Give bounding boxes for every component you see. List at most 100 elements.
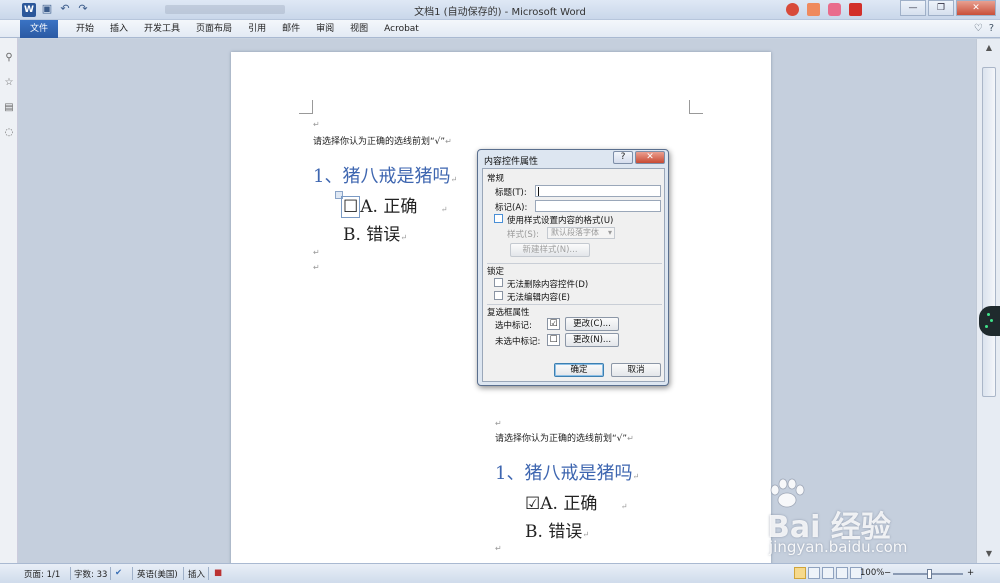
ok-button[interactable]: 确定	[554, 363, 604, 377]
question-heading-2: 1、猪八戒是猪吗↵	[495, 463, 640, 484]
star-icon[interactable]: ☆	[0, 77, 18, 88]
restore-button[interactable]: ❐	[928, 0, 954, 16]
red-square-icon[interactable]	[849, 3, 862, 16]
option-b-2: B. 错误↵	[525, 522, 590, 542]
zoom-level[interactable]: 100%	[860, 568, 884, 578]
option-a-1: ☐ A. 正确 ↵	[341, 196, 448, 218]
tab-insert[interactable]: 插入	[102, 20, 136, 38]
dialog-help-button[interactable]: ?	[613, 151, 633, 164]
macro-record-icon[interactable]: ■	[214, 568, 222, 578]
close-window-button[interactable]: ✕	[956, 0, 996, 16]
insert-mode-indicator[interactable]: 插入	[188, 568, 205, 580]
cannot-delete-label: 无法删除内容控件(D)	[507, 280, 589, 290]
minimize-button[interactable]: —	[900, 0, 926, 16]
status-divider	[70, 567, 71, 580]
status-divider	[132, 567, 133, 580]
style-label: 样式(S):	[507, 230, 539, 240]
title-bar: W ▣ ↶ ↷ 文档1 (自动保存的) - Microsoft Word — ❐…	[0, 0, 1000, 20]
title-field-label: 标题(T):	[495, 188, 527, 198]
paragraph-mark: ↵	[313, 263, 320, 272]
dialog-body: 常规 标题(T): 标记(A): 使用样式设置内容的格式(U) 样式(S): 默…	[482, 168, 665, 382]
left-sidebar-strip: ⚲ ☆ ▤ ◌	[0, 38, 18, 563]
title-input[interactable]	[535, 185, 661, 197]
dialog-close-button[interactable]: ✕	[635, 151, 665, 164]
new-style-button[interactable]: 新建样式(N)...	[510, 243, 590, 257]
extension-icons	[786, 3, 862, 16]
cancel-button[interactable]: 取消	[611, 363, 661, 377]
checked-symbol-preview: ☑	[547, 318, 560, 330]
cannot-edit-label: 无法编辑内容(E)	[507, 293, 571, 303]
status-divider	[110, 567, 111, 580]
tab-references[interactable]: 引用	[240, 20, 274, 38]
tab-acrobat[interactable]: Acrobat	[376, 20, 427, 38]
zoom-slider[interactable]	[893, 569, 963, 579]
ribbon-tabs: 开始 插入 开发工具 页面布局 引用 邮件 审阅 视图 Acrobat	[68, 20, 427, 38]
option-b-1: B. 错误↵	[343, 225, 408, 245]
content-control-properties-dialog: 内容控件属性 ? ✕ 常规 标题(T): 标记(A): 使用样式设置内容的格式(…	[477, 149, 669, 386]
change-unchecked-symbol-button[interactable]: 更改(N)...	[565, 333, 619, 347]
locking-group-label: 锁定	[487, 267, 505, 277]
help-icon[interactable]: ?	[989, 23, 994, 34]
ribbon-tab-bar: 文件 开始 插入 开发工具 页面布局 引用 邮件 审阅 视图 Acrobat ♡…	[0, 20, 1000, 38]
margin-corner-top-left	[299, 100, 313, 114]
tab-mailings[interactable]: 邮件	[274, 20, 308, 38]
scroll-down-arrow[interactable]: ▼	[983, 549, 995, 559]
checkbox-control-checked[interactable]: ☑	[525, 494, 540, 514]
unchecked-symbol-preview: ☐	[547, 334, 560, 346]
tab-developer[interactable]: 开发工具	[136, 20, 188, 38]
tab-page-layout[interactable]: 页面布局	[188, 20, 240, 38]
window-controls: — ❐ ✕	[900, 0, 996, 16]
web-layout-view-button[interactable]	[822, 567, 834, 579]
scroll-up-arrow[interactable]: ▲	[983, 43, 995, 53]
paragraph-mark: ↵	[313, 120, 320, 129]
style-dropdown[interactable]: 默认段落字体 ▾	[547, 227, 615, 239]
instruction-text-2: 请选择你认为正确的选线前划“√”↵	[495, 434, 634, 444]
print-layout-view-button[interactable]	[794, 567, 806, 579]
outline-view-button[interactable]	[836, 567, 848, 579]
question-heading-1: 1、猪八戒是猪吗↵	[313, 166, 458, 187]
heart-icon[interactable]: ♡	[974, 23, 983, 34]
tag-field-label: 标记(A):	[495, 203, 528, 213]
vertical-scrollbar[interactable]: ▲ ▼	[976, 39, 1000, 563]
tab-review[interactable]: 审阅	[308, 20, 342, 38]
separator	[487, 263, 662, 264]
checkbox-properties-group-label: 复选框属性	[487, 308, 530, 318]
status-divider	[208, 567, 209, 580]
proofing-icon[interactable]: ✔	[115, 568, 122, 578]
ribbon-right-icons: ♡ ?	[974, 23, 994, 34]
paragraph-mark: ↵	[313, 248, 320, 257]
tab-view[interactable]: 视图	[342, 20, 376, 38]
cannot-edit-checkbox[interactable]	[494, 291, 503, 300]
zoom-out-button[interactable]: −	[884, 568, 891, 578]
baidu-jingyan-watermark: Bai 经验 jingyan.baidu.com	[765, 478, 955, 558]
page-count[interactable]: 页面: 1/1	[24, 568, 60, 580]
tag-input[interactable]	[535, 200, 661, 212]
chat-icon[interactable]: ◌	[0, 127, 18, 138]
change-checked-symbol-button[interactable]: 更改(C)...	[565, 317, 619, 331]
language-indicator[interactable]: 英语(美国)	[137, 568, 178, 580]
tab-file[interactable]: 文件	[20, 20, 58, 38]
cannot-delete-checkbox[interactable]	[494, 278, 503, 287]
margin-corner-top-right	[689, 100, 703, 114]
pink-icon[interactable]	[828, 3, 841, 16]
baidu-url-text: jingyan.baidu.com	[769, 538, 908, 556]
checkbox-control-unchecked[interactable]: ☐	[341, 196, 361, 218]
paragraph-mark: ↵	[495, 544, 502, 553]
use-style-checkbox[interactable]	[494, 214, 503, 223]
status-divider	[183, 567, 184, 580]
zoom-in-button[interactable]: +	[967, 568, 974, 578]
zoom-slider-handle[interactable]	[927, 569, 932, 579]
word-count[interactable]: 字数: 33	[74, 568, 107, 580]
paragraph-mark: ↵	[495, 419, 502, 428]
full-screen-view-button[interactable]	[808, 567, 820, 579]
scroll-thumb[interactable]	[982, 67, 996, 397]
tab-home[interactable]: 开始	[68, 20, 102, 38]
instruction-text-1: 请选择你认为正确的选线前划“√”↵	[313, 137, 452, 147]
orange-square-icon[interactable]	[807, 3, 820, 16]
general-group-label: 常规	[487, 174, 505, 184]
search-icon[interactable]: ⚲	[0, 52, 18, 63]
floating-nav-widget[interactable]	[979, 306, 1000, 336]
red-circle-icon[interactable]	[786, 3, 799, 16]
separator	[487, 304, 662, 305]
document-icon[interactable]: ▤	[0, 102, 18, 113]
